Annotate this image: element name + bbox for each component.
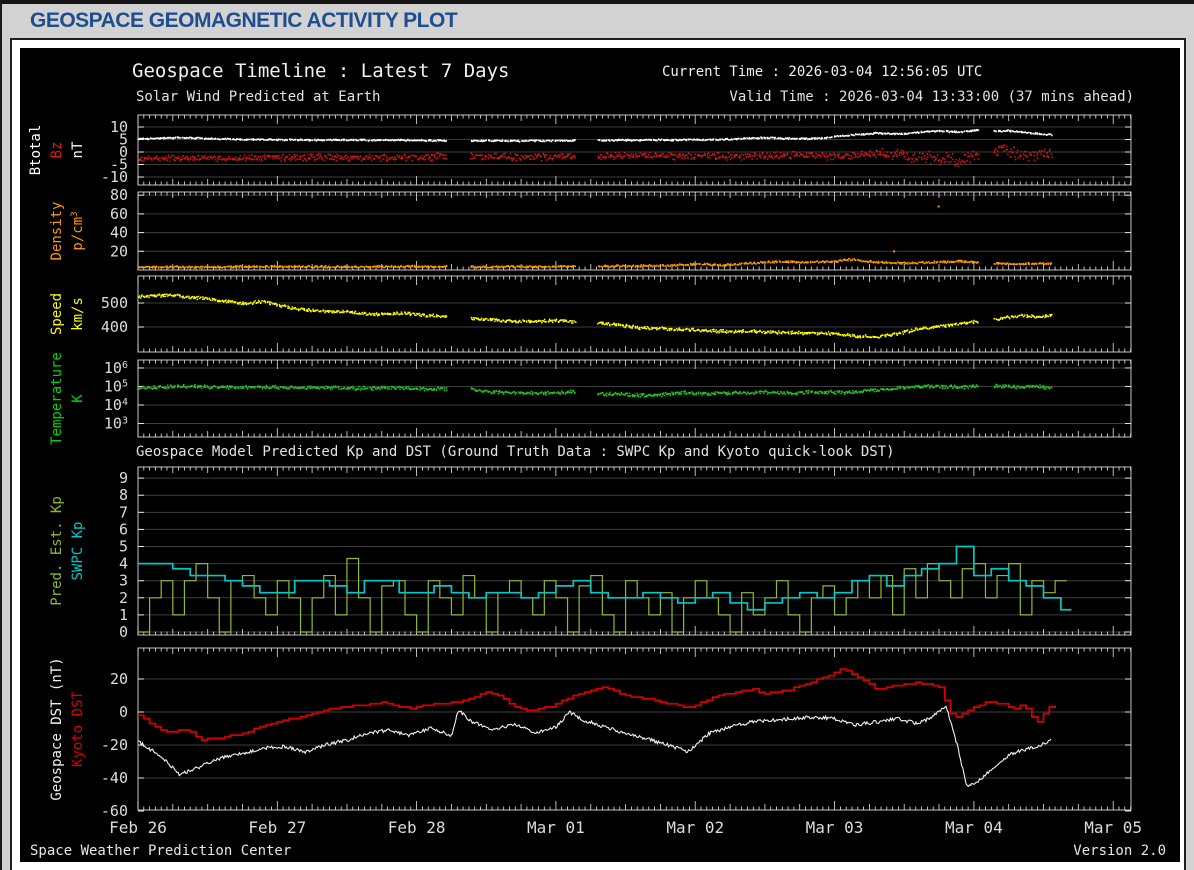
svg-text:Mar 03: Mar 03 [806, 818, 864, 837]
svg-text:80: 80 [110, 186, 128, 204]
svg-text:0: 0 [119, 623, 128, 641]
svg-text:Density: Density [49, 201, 65, 260]
kp-dst-section-title: Geospace Model Predicted Kp and DST (Gro… [136, 444, 895, 460]
svg-text:Geospace DST (nT): Geospace DST (nT) [49, 657, 65, 800]
svg-text:103: 103 [104, 414, 128, 432]
svg-text:nT: nT [70, 141, 86, 158]
page-header: GEOSPACE GEOMAGNETIC ACTIVITY PLOT [2, 4, 1194, 38]
svg-text:5: 5 [119, 538, 128, 556]
svg-text:60: 60 [110, 205, 128, 223]
svg-text:40: 40 [110, 224, 128, 242]
svg-text:Pred. Est. Kp: Pred. Est. Kp [49, 496, 65, 606]
svg-text:9: 9 [119, 469, 128, 487]
svg-text:SWPC Kp: SWPC Kp [70, 521, 86, 580]
svg-text:4: 4 [119, 555, 128, 573]
svg-text:K: K [70, 394, 86, 403]
svg-text:km/s: km/s [70, 297, 86, 331]
current-time-text: Current Time : 2026-03-04 12:56:05 UTC [662, 64, 983, 80]
valid-time-text: Valid Time : 2026-03-04 13:33:00 (37 min… [729, 89, 1134, 105]
svg-text:0: 0 [119, 703, 128, 721]
svg-text:-20: -20 [101, 736, 128, 754]
plot-frame: 10 5 0 -5 -10 Btotal Bz nT 80 60 40 20 Density p/cm3 5… [10, 38, 1186, 870]
svg-text:-40: -40 [101, 769, 128, 787]
svg-text:106: 106 [104, 359, 128, 377]
page-title: GEOSPACE GEOMAGNETIC ACTIVITY PLOT [30, 9, 458, 32]
svg-text:Mar 02: Mar 02 [666, 818, 724, 837]
svg-text:Temperature: Temperature [49, 352, 65, 445]
svg-text:Feb 27: Feb 27 [248, 818, 306, 837]
svg-text:Kyoto DST: Kyoto DST [70, 691, 86, 767]
svg-text:20: 20 [110, 670, 128, 688]
svg-text:Mar 05: Mar 05 [1084, 818, 1142, 837]
footer-version: Version 2.0 [1073, 843, 1166, 859]
svg-text:Feb 26: Feb 26 [109, 818, 167, 837]
page: { "window": { "header_title": "GEOSPACE … [0, 0, 1194, 870]
plot-subtitle: Solar Wind Predicted at Earth [136, 89, 381, 105]
svg-text:Btotal: Btotal [28, 125, 44, 176]
svg-text:Mar 01: Mar 01 [527, 818, 585, 837]
svg-text:Bz: Bz [49, 142, 65, 159]
svg-text:p/cm3: p/cm3 [70, 211, 86, 250]
svg-text:20: 20 [110, 242, 128, 260]
svg-text:6: 6 [119, 520, 128, 538]
footer-source: Space Weather Prediction Center [30, 843, 292, 859]
svg-text:400: 400 [101, 318, 128, 336]
svg-text:1: 1 [119, 606, 128, 624]
svg-text:8: 8 [119, 486, 128, 504]
svg-text:2: 2 [119, 589, 128, 607]
svg-text:3: 3 [119, 572, 128, 590]
svg-text:Mar 04: Mar 04 [945, 818, 1003, 837]
svg-text:Feb 28: Feb 28 [388, 818, 446, 837]
svg-text:105: 105 [104, 377, 128, 395]
svg-text:7: 7 [119, 503, 128, 521]
svg-text:104: 104 [104, 396, 128, 414]
plot-title: Geospace Timeline : Latest 7 Days [132, 60, 510, 82]
svg-text:-10: -10 [101, 168, 128, 186]
svg-text:500: 500 [101, 294, 128, 312]
geospace-plot: 10 5 0 -5 -10 Btotal Bz nT 80 60 40 20 Density p/cm3 5… [20, 48, 1180, 862]
svg-text:Speed: Speed [49, 293, 65, 335]
